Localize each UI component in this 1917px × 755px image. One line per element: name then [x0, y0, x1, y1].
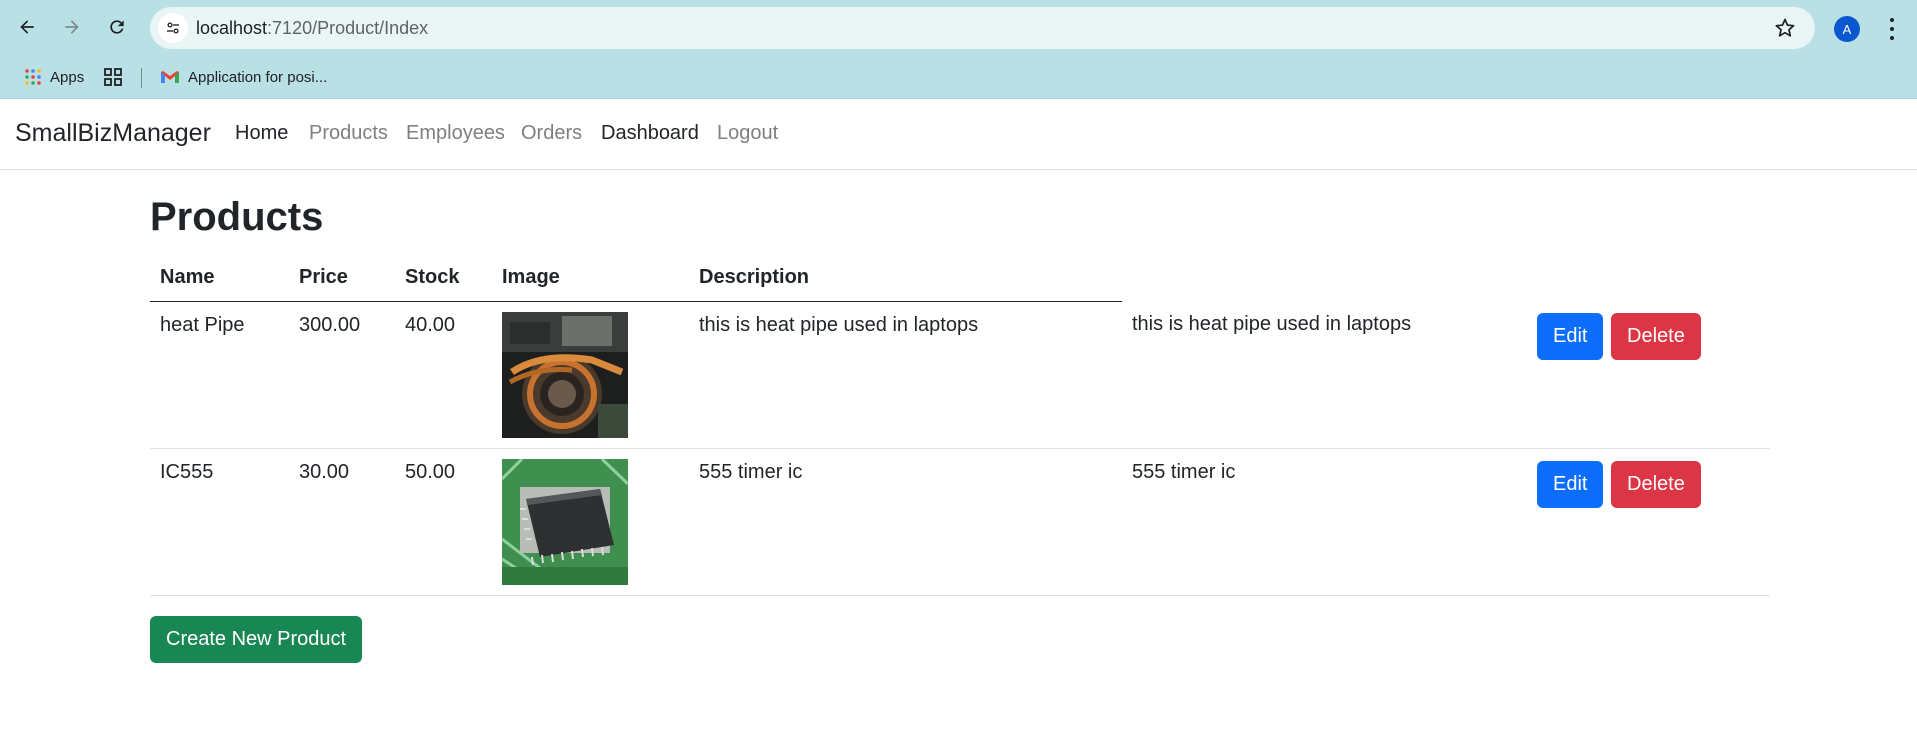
col-header-empty [1122, 259, 1527, 301]
cell-name: IC555 [150, 448, 289, 596]
arrow-left-icon [20, 20, 34, 34]
page-title: Products [150, 195, 324, 239]
cell-image [492, 448, 689, 596]
nav-products[interactable]: Products [309, 122, 388, 145]
site-info-button[interactable] [158, 13, 188, 43]
url-host: localhost [196, 18, 268, 38]
col-header-name: Name [150, 259, 289, 302]
edit-button[interactable]: Edit [1537, 313, 1604, 360]
bookmarks-bar: Apps Application for posi... [0, 56, 1917, 99]
app-navbar: SmallBizManager Home Products Employees … [0, 99, 1917, 170]
cell-price: 300.00 [289, 301, 395, 449]
bookmark-separator [141, 68, 142, 88]
arrow-right-icon [65, 20, 79, 34]
browser-chrome: localhost:7120/Product/Index A Apps Appl… [0, 0, 1917, 99]
gmail-icon [160, 69, 180, 85]
tab-groups-icon [103, 67, 123, 87]
reload-icon [110, 20, 124, 34]
cell-image [492, 301, 689, 449]
bookmark-application-label: Application for posi... [188, 68, 328, 86]
table-header-row: Name Price Stock Image Description [150, 259, 1770, 302]
cell-name: heat Pipe [150, 301, 289, 449]
cell-description: 555 timer ic [689, 448, 1122, 596]
col-header-image: Image [492, 259, 689, 302]
cell-price: 30.00 [289, 448, 395, 596]
cell-description-2: 555 timer ic [1122, 448, 1527, 596]
cell-description: this is heat pipe used in laptops [689, 301, 1122, 449]
col-header-description: Description [689, 259, 1122, 302]
table-row: heat Pipe 300.00 40.00 this is heat pipe… [150, 301, 1770, 449]
heat-pipe-image [502, 311, 628, 438]
col-header-price: Price [289, 259, 395, 302]
nav-dashboard[interactable]: Dashboard [601, 122, 699, 145]
create-new-product-button[interactable]: Create New Product [150, 615, 363, 663]
bookmark-apps[interactable]: Apps [24, 64, 84, 90]
url-text[interactable]: localhost:7120/Product/Index [196, 18, 428, 39]
delete-button[interactable]: Delete [1611, 460, 1701, 508]
bookmark-star-icon[interactable] [1773, 16, 1797, 40]
address-bar[interactable]: localhost:7120/Product/Index [150, 7, 1815, 49]
profile-avatar[interactable]: A [1834, 16, 1860, 42]
back-button[interactable] [10, 10, 44, 44]
delete-button[interactable]: Delete [1611, 313, 1701, 360]
products-table: Name Price Stock Image Description heat … [150, 259, 1770, 596]
reload-button[interactable] [100, 10, 134, 44]
bookmark-apps-label: Apps [50, 68, 85, 86]
edit-button[interactable]: Edit [1537, 460, 1604, 508]
bookmark-tab-groups[interactable] [103, 64, 131, 90]
browser-toolbar: localhost:7120/Product/Index A [0, 0, 1917, 56]
forward-button[interactable] [55, 10, 89, 44]
nav-logout[interactable]: Logout [717, 122, 778, 145]
cell-actions: Edit Delete [1527, 448, 1770, 596]
cell-stock: 50.00 [395, 448, 492, 596]
cell-actions: Edit Delete [1527, 301, 1770, 449]
col-header-actions [1527, 259, 1770, 301]
nav-employees[interactable]: Employees [406, 122, 505, 145]
bookmark-application[interactable]: Application for posi... [160, 64, 327, 90]
cell-description-2: this is heat pipe used in laptops [1122, 301, 1527, 449]
chip-image [502, 458, 628, 585]
url-path: :7120/Product/Index [267, 18, 429, 38]
nav-orders[interactable]: Orders [521, 122, 582, 145]
nav-home[interactable]: Home [235, 122, 288, 145]
col-header-stock: Stock [395, 259, 492, 302]
apps-grid-icon [24, 68, 42, 86]
tune-icon [167, 22, 179, 34]
brand-link[interactable]: SmallBizManager [15, 119, 211, 148]
browser-menu-icon[interactable] [1880, 16, 1904, 42]
table-row: IC555 30.00 50.00 555 timer ic 555 timer… [150, 448, 1770, 596]
main-content: Products Name Price Stock Image Descript… [150, 193, 1770, 663]
cell-stock: 40.00 [395, 301, 492, 449]
